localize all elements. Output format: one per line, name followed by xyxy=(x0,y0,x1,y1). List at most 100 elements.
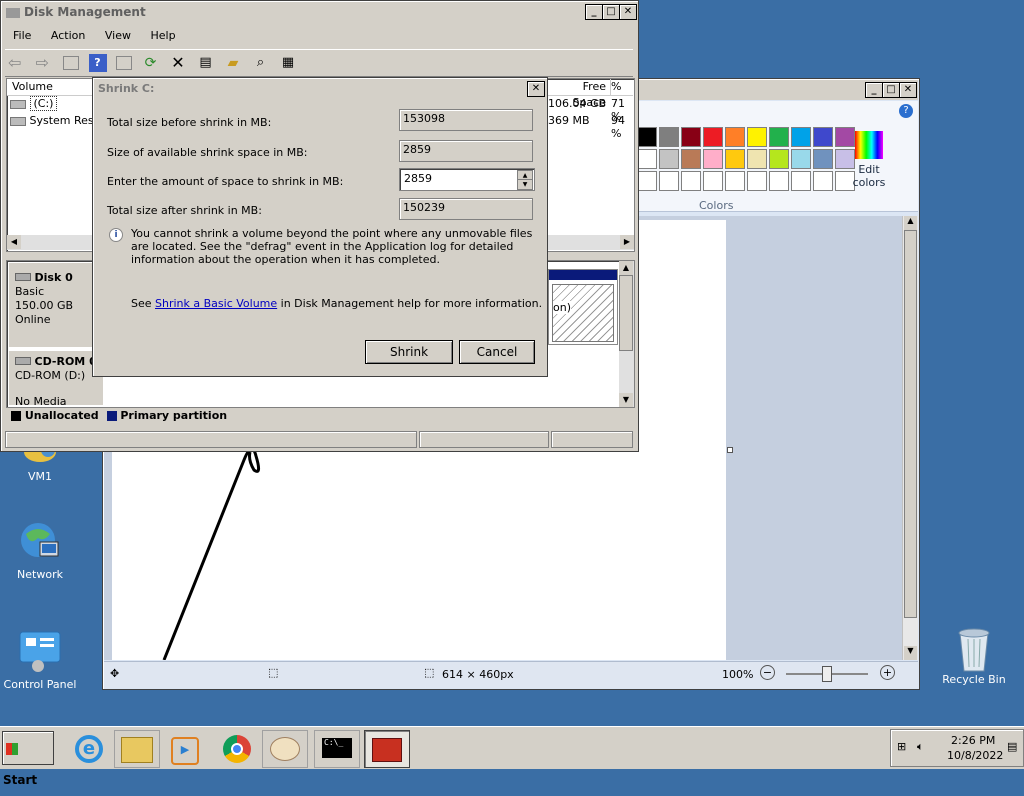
color-swatch[interactable] xyxy=(747,149,767,169)
cdrom-status: No Media xyxy=(15,395,67,408)
color-swatch[interactable] xyxy=(659,149,679,169)
menu-view[interactable]: View xyxy=(97,25,139,47)
taskbar-computer-management[interactable] xyxy=(364,730,410,768)
desktop-icon-label: Recycle Bin xyxy=(942,673,1006,686)
clock-time[interactable]: 2:26 PM xyxy=(951,734,995,747)
close-button[interactable]: ✕ xyxy=(899,82,917,98)
color-swatch[interactable] xyxy=(725,171,745,191)
menu-file[interactable]: File xyxy=(5,25,39,47)
minimize-button[interactable]: _ xyxy=(585,4,603,20)
dialog-close-button[interactable]: ✕ xyxy=(527,81,545,97)
color-swatch[interactable] xyxy=(747,171,767,191)
available-shrink-value: 2859 xyxy=(399,140,533,162)
canvas-resize-handle[interactable] xyxy=(727,447,733,453)
color-swatch[interactable] xyxy=(791,171,811,191)
close-button[interactable]: ✕ xyxy=(619,4,637,20)
taskbar-chrome[interactable] xyxy=(214,730,260,768)
disk-management-icon xyxy=(6,7,20,18)
color-swatch[interactable] xyxy=(725,127,745,147)
disk-view-scrollbar[interactable]: ▲ ▼ xyxy=(619,261,634,407)
refresh-icon[interactable]: ⟳ xyxy=(142,54,160,72)
color-swatch[interactable] xyxy=(681,127,701,147)
color-swatch[interactable] xyxy=(813,149,833,169)
maximize-button[interactable]: □ xyxy=(602,4,620,20)
color-swatch[interactable] xyxy=(769,171,789,191)
color-swatch[interactable] xyxy=(659,171,679,191)
info-icon: i xyxy=(109,228,123,242)
canvas-size-icon: ⬚ xyxy=(424,666,435,679)
properties-icon[interactable] xyxy=(116,56,132,70)
desktop-icon-control-panel[interactable]: Control Panel xyxy=(0,630,80,691)
color-swatch[interactable] xyxy=(681,171,701,191)
open-folder-icon[interactable]: ▰ xyxy=(224,54,242,72)
color-swatch[interactable] xyxy=(769,127,789,147)
cancel-button[interactable]: Cancel xyxy=(459,340,535,364)
canvas-size: 614 × 460px xyxy=(442,668,514,681)
notification-icon[interactable]: ▤ xyxy=(1007,740,1017,753)
taskbar-paint[interactable] xyxy=(262,730,308,768)
clock-date[interactable]: 10/8/2022 xyxy=(947,749,1003,762)
column-header-free-space[interactable]: Free Space xyxy=(548,79,611,109)
desktop-icon-label: Control Panel xyxy=(3,678,77,691)
color-swatch[interactable] xyxy=(637,171,657,191)
zoom-in-icon[interactable]: + xyxy=(880,665,895,680)
color-swatch[interactable] xyxy=(681,149,701,169)
color-swatch[interactable] xyxy=(769,149,789,169)
color-swatch[interactable] xyxy=(637,127,657,147)
taskbar-command-prompt[interactable]: C:\_ xyxy=(314,730,360,768)
help-icon[interactable]: ? xyxy=(899,104,913,118)
search-icon[interactable]: ⌕ xyxy=(252,54,270,72)
start-button[interactable]: Start xyxy=(2,731,54,787)
taskbar-media-player[interactable]: ▶ xyxy=(162,730,208,768)
menu-help[interactable]: Help xyxy=(142,25,183,47)
color-swatch[interactable] xyxy=(725,149,745,169)
column-header-volume[interactable]: Volume xyxy=(7,79,99,96)
desktop-icon-recycle-bin[interactable]: Recycle Bin xyxy=(934,625,1014,686)
shrink-amount-input[interactable] xyxy=(402,171,518,186)
color-swatch[interactable] xyxy=(791,149,811,169)
desktop-icon-label: VM1 xyxy=(27,470,52,483)
color-swatch[interactable] xyxy=(659,127,679,147)
settings-icon[interactable]: ▤ xyxy=(197,54,215,72)
table-row[interactable]: (C:) xyxy=(10,96,58,111)
color-swatch[interactable] xyxy=(703,171,723,191)
maximize-button[interactable]: □ xyxy=(882,82,900,98)
zoom-slider[interactable] xyxy=(786,666,868,682)
color-swatch[interactable] xyxy=(813,127,833,147)
shrink-button[interactable]: Shrink xyxy=(365,340,453,364)
taskbar-explorer[interactable] xyxy=(114,730,160,768)
shrink-help-link[interactable]: Shrink a Basic Volume xyxy=(155,297,277,310)
spin-down-button[interactable]: ▼ xyxy=(517,179,533,190)
disk-properties-icon[interactable]: ▦ xyxy=(279,54,297,72)
edit-colors-button[interactable]: Edit colors xyxy=(849,129,889,195)
back-arrow-icon[interactable]: ⇦ xyxy=(8,54,26,72)
show-hide-tree-icon[interactable] xyxy=(63,56,79,70)
menu-action[interactable]: Action xyxy=(43,25,93,47)
color-swatch[interactable] xyxy=(703,149,723,169)
toolbar: ⇦ ⇨ ? ⟳ ✕ ▤ ▰ ⌕ ▦ xyxy=(5,49,633,77)
color-swatch[interactable] xyxy=(813,171,833,191)
color-wheel-icon xyxy=(855,131,883,159)
desktop-icon-network[interactable]: Network xyxy=(0,520,80,581)
taskbar-internet-explorer[interactable]: e xyxy=(66,730,112,768)
table-row[interactable]: System Reser xyxy=(10,114,105,127)
partition-block[interactable]: on) xyxy=(548,269,618,345)
color-swatch[interactable] xyxy=(637,149,657,169)
shrink-amount-stepper[interactable]: ▲ ▼ xyxy=(399,168,535,191)
column-header-percent-free[interactable]: % Fr xyxy=(611,79,633,96)
color-swatch[interactable] xyxy=(703,127,723,147)
zoom-out-icon[interactable]: − xyxy=(760,665,775,680)
disk-management-title-bar: Disk Management xyxy=(2,2,637,22)
help-icon[interactable]: ? xyxy=(88,54,107,72)
legend-primary: Primary partition xyxy=(120,409,228,422)
volume-icon[interactable]: 🔈︎ xyxy=(917,740,924,754)
network-tray-icon[interactable]: ⊞ xyxy=(897,740,906,753)
cdrom-label-box[interactable]: CD-ROM 0 CD-ROM (D:) No Media xyxy=(9,351,103,408)
vertical-scrollbar[interactable]: ▲ ▼ xyxy=(902,216,918,660)
color-swatch[interactable] xyxy=(747,127,767,147)
disk0-label-box[interactable]: Disk 0 Basic 150.00 GB Online xyxy=(9,263,103,347)
delete-icon[interactable]: ✕ xyxy=(169,54,187,72)
color-swatch[interactable] xyxy=(791,127,811,147)
minimize-button[interactable]: _ xyxy=(865,82,883,98)
forward-arrow-icon[interactable]: ⇨ xyxy=(36,54,54,72)
